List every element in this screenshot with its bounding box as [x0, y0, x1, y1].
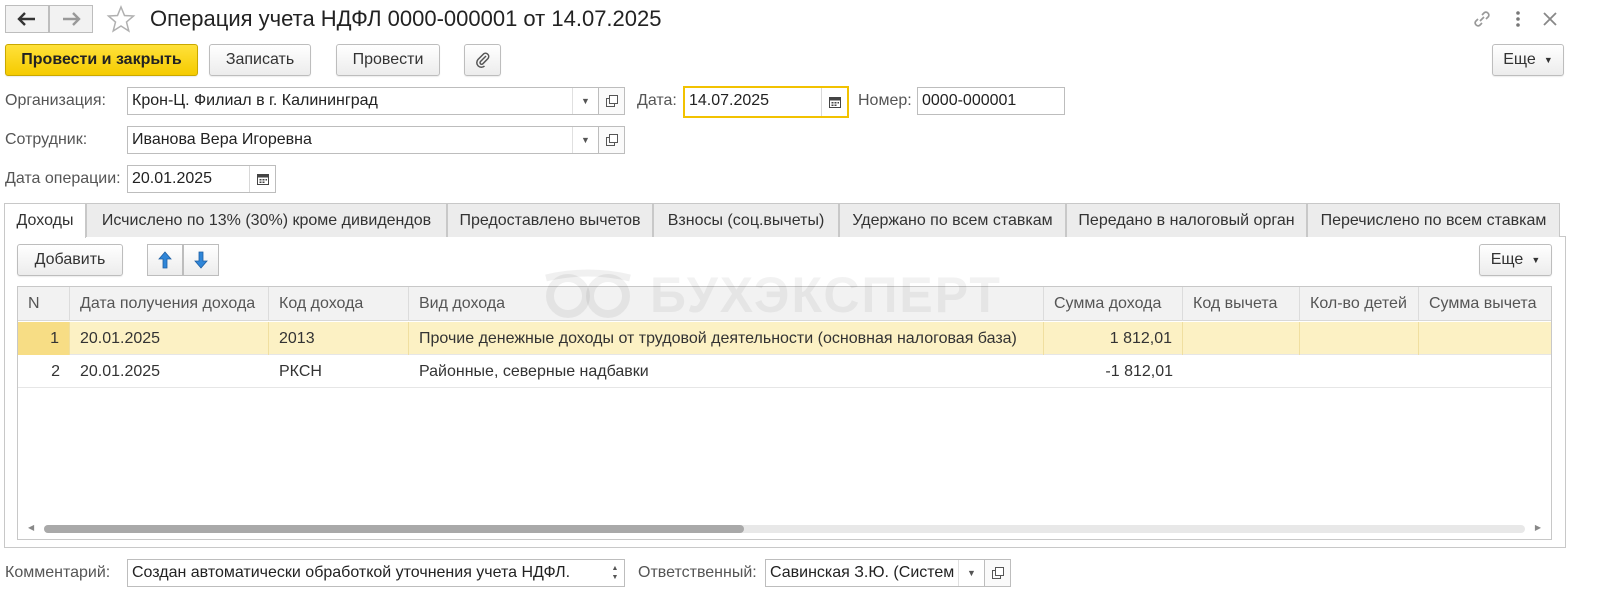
- table-row[interactable]: 1 20.01.2025 2013 Прочие денежные доходы…: [18, 322, 1551, 355]
- calendar-icon[interactable]: [249, 166, 275, 192]
- comment-field[interactable]: Создан автоматически обработкой уточнени…: [127, 559, 625, 587]
- dropdown-arrow-icon[interactable]: ▼: [958, 560, 984, 586]
- open-in-window-icon[interactable]: [598, 127, 624, 153]
- tab-withheld[interactable]: Удержано по всем ставкам: [839, 203, 1066, 237]
- operation-date-value: 20.01.2025: [132, 170, 213, 187]
- column-header-amount[interactable]: Сумма дохода: [1044, 287, 1183, 321]
- comment-value: Создан автоматически обработкой уточнени…: [132, 564, 571, 581]
- organization-value: Крон-Ц. Филиал в г. Калининград: [132, 92, 378, 109]
- post-button[interactable]: Провести: [336, 44, 440, 76]
- forward-button[interactable]: [49, 5, 93, 33]
- cell-deduction-amount: [1419, 355, 1551, 388]
- date-label: Дата:: [637, 92, 677, 109]
- tab-paid-all-rates[interactable]: Перечислено по всем ставкам: [1307, 203, 1560, 237]
- income-table: N Дата получения дохода Код дохода Вид д…: [17, 286, 1552, 540]
- more-vertical-icon[interactable]: [1505, 6, 1531, 32]
- arrow-left-icon: [17, 12, 35, 26]
- comment-stepper-icon[interactable]: ▲ ▼: [606, 560, 624, 586]
- cell-date: 20.01.2025: [80, 363, 161, 380]
- page-title: Операция учета НДФЛ 0000-000001 от 14.07…: [150, 6, 662, 31]
- table-more-label: Еще: [1490, 251, 1524, 268]
- organization-field[interactable]: Крон-Ц. Филиал в г. Калининград ▼: [127, 87, 625, 115]
- cell-children: [1300, 322, 1419, 355]
- organization-label: Организация:: [5, 92, 106, 109]
- move-down-button[interactable]: [183, 244, 219, 276]
- arrow-right-icon: [63, 12, 81, 26]
- number-field[interactable]: 0000-000001: [917, 87, 1065, 115]
- responsible-label: Ответственный:: [638, 564, 757, 581]
- chevron-down-icon: ▼: [1531, 255, 1541, 265]
- cell-deduction-amount: [1419, 322, 1551, 355]
- tab-calculated-13[interactable]: Исчислено по 13% (30%) кроме дивидендов: [86, 203, 447, 237]
- arrow-up-icon: [158, 251, 172, 269]
- more-button[interactable]: Еще ▼: [1492, 44, 1564, 76]
- column-header-code[interactable]: Код дохода: [269, 287, 409, 321]
- tab-deductions-provided[interactable]: Предоставлено вычетов: [447, 203, 653, 237]
- post-and-close-button[interactable]: Провести и закрыть: [5, 44, 198, 76]
- cell-type: Районные, северные надбавки: [419, 363, 649, 380]
- link-icon[interactable]: [1469, 6, 1495, 32]
- attach-button[interactable]: [464, 44, 501, 76]
- number-value: 0000-000001: [922, 92, 1017, 109]
- close-icon[interactable]: [1537, 6, 1563, 32]
- column-header-children[interactable]: Кол-во детей: [1300, 287, 1419, 321]
- cell-amount: 1 812,01: [1044, 322, 1183, 355]
- chevron-down-icon: ▼: [1543, 55, 1553, 65]
- employee-field[interactable]: Иванова Вера Игоревна ▼: [127, 126, 625, 154]
- cell-deduction-code: [1183, 355, 1300, 388]
- paperclip-icon: [475, 52, 489, 68]
- add-row-button[interactable]: Добавить: [17, 244, 123, 276]
- save-button[interactable]: Записать: [209, 44, 311, 76]
- cell-deduction-code: [1183, 322, 1300, 355]
- cell-n: 2: [51, 363, 60, 380]
- table-row[interactable]: 2 20.01.2025 РКСН Районные, северные над…: [18, 355, 1551, 388]
- tab-transferred-to-tax[interactable]: Передано в налоговый орган: [1066, 203, 1307, 237]
- column-header-date[interactable]: Дата получения дохода: [70, 287, 269, 321]
- cell-n: 1: [18, 322, 70, 355]
- tab-contributions[interactable]: Взносы (соц.вычеты): [653, 203, 839, 237]
- arrow-down-icon: [194, 251, 208, 269]
- tab-income[interactable]: Доходы: [4, 203, 86, 238]
- calendar-icon[interactable]: [821, 88, 847, 116]
- scrollbar-thumb[interactable]: [44, 525, 744, 533]
- employee-label: Сотрудник:: [5, 131, 88, 148]
- dropdown-arrow-icon[interactable]: ▼: [572, 88, 598, 114]
- number-label: Номер:: [858, 92, 912, 109]
- cell-amount: -1 812,01: [1105, 363, 1173, 380]
- operation-date-label: Дата операции:: [5, 170, 121, 187]
- open-in-window-icon[interactable]: [598, 88, 624, 114]
- date-value: 14.07.2025: [689, 92, 770, 109]
- comment-label: Комментарий:: [5, 564, 111, 581]
- responsible-field[interactable]: Савинская З.Ю. (Систем ▼: [765, 559, 1011, 587]
- column-header-n[interactable]: N: [18, 287, 70, 321]
- cell-type: Прочие денежные доходы от трудовой деяте…: [409, 322, 1044, 355]
- table-more-button[interactable]: Еще ▼: [1479, 244, 1552, 276]
- open-in-window-icon[interactable]: [984, 560, 1010, 586]
- column-header-type[interactable]: Вид дохода: [409, 287, 1044, 321]
- operation-date-field[interactable]: 20.01.2025: [127, 165, 276, 193]
- more-label: Еще: [1503, 51, 1536, 68]
- scroll-right-icon[interactable]: ▶: [1535, 523, 1541, 532]
- cell-date: 20.01.2025: [70, 322, 269, 355]
- dropdown-arrow-icon[interactable]: ▼: [572, 127, 598, 153]
- column-header-deduction-amount[interactable]: Сумма вычета: [1419, 287, 1551, 321]
- horizontal-scrollbar[interactable]: ◀ ▶: [18, 517, 1551, 539]
- table-header: N Дата получения дохода Код дохода Вид д…: [18, 287, 1551, 321]
- cell-code: РКСН: [279, 363, 322, 380]
- move-up-button[interactable]: [147, 244, 183, 276]
- back-button[interactable]: [5, 5, 49, 33]
- favorite-star-icon[interactable]: [106, 4, 136, 34]
- scroll-left-icon[interactable]: ◀: [28, 523, 34, 532]
- employee-value: Иванова Вера Игоревна: [132, 131, 312, 148]
- cell-code: 2013: [269, 322, 409, 355]
- column-header-deduction-code[interactable]: Код вычета: [1183, 287, 1300, 321]
- cell-children: [1300, 355, 1419, 388]
- responsible-value: Савинская З.Ю. (Систем: [770, 564, 955, 581]
- date-field[interactable]: 14.07.2025: [683, 86, 849, 118]
